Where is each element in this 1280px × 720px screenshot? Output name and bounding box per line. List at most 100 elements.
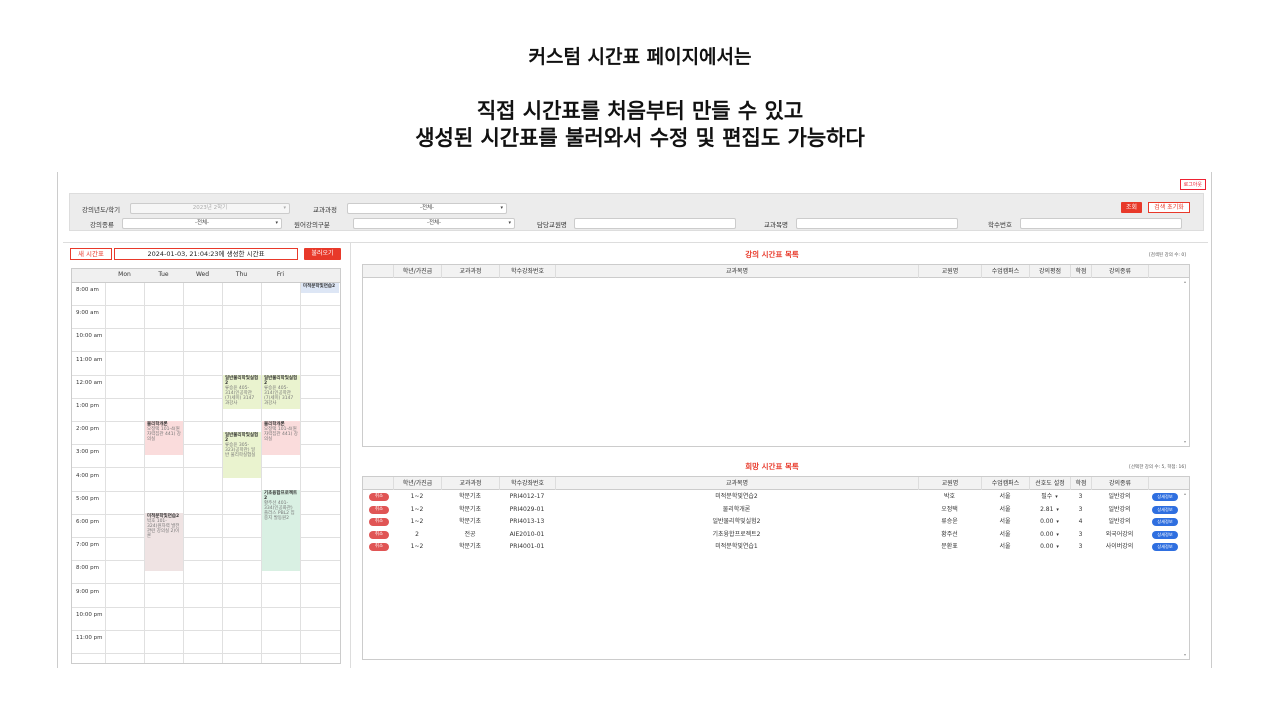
cell-type: 외국어강의 — [1105, 530, 1134, 538]
course-block-title: 일반물리학및실험2 — [264, 376, 298, 386]
grid-column-line — [105, 283, 106, 663]
cell-pref[interactable]: 0.00 ▾ — [1029, 529, 1070, 542]
course-block[interactable]: 기초융합프로젝트2 황주선 401-334(인공화관) 플러스 PBL2 집중지 … — [262, 490, 300, 571]
course-block-detail: 류승윤 305-323(공학관) 일반 물리학실험실 — [225, 443, 256, 458]
type-select[interactable]: -전체- ▾ — [122, 218, 282, 229]
day-header-tue: Tue — [158, 271, 169, 278]
time-label: 10:00 pm — [76, 611, 103, 618]
prof-label: 담당교원명 — [537, 221, 567, 229]
cell-credit: 3 — [1078, 493, 1083, 500]
column-header: 강의종류 — [1091, 265, 1148, 278]
prof-input[interactable] — [574, 218, 736, 229]
cell-credit: 4 — [1078, 518, 1083, 526]
table-header: 학년/가진급 교과과정 학수강좌번호 교과목명 교원명 수업캠퍼스 강의평점 학점 강의종류 — [363, 265, 1189, 278]
course-detail-button[interactable]: 상세정보 — [1152, 518, 1178, 527]
day-header-mon: Mon — [118, 271, 131, 278]
course-detail-button[interactable]: 상세정보 — [1152, 505, 1178, 514]
chevron-down-icon: ▾ — [1055, 494, 1058, 500]
load-button[interactable]: 불러오기 — [304, 248, 341, 260]
cell-grade: 1~2 — [410, 493, 424, 500]
cell-prof: 박호 — [943, 493, 956, 500]
column-header: 수업캠퍼스 — [981, 477, 1029, 490]
wish-list-count: [선택한 강의 수: 5, 학점: 16] — [1129, 465, 1186, 470]
cell-name: 물리학개론 — [722, 505, 751, 513]
remove-course-button[interactable]: 취소 — [369, 493, 389, 501]
course-block-detail: 류승윤 405-314(인공학관 (7)세미) 3147 과강사 — [225, 386, 255, 406]
time-label: 2:00 pm — [76, 426, 99, 433]
code-input[interactable] — [1020, 218, 1182, 229]
cell-pref[interactable]: 0.00 ▾ — [1029, 541, 1070, 554]
year-select[interactable]: 2023년 2학기 ▾ — [130, 203, 290, 214]
course-block[interactable]: 물리학개론 오정택 101-4(원자력집관 441) 강의실 — [145, 421, 183, 455]
course-block[interactable]: 미적분학및연습2 박호 101-324(원자력 발전 관련 강의실 2)이론 — [145, 513, 183, 571]
cell-pref[interactable]: 2.81 ▾ — [1029, 504, 1070, 517]
cell-pref[interactable]: 필수 ▾ — [1029, 491, 1070, 504]
column-header: 학수강좌번호 — [499, 477, 555, 490]
grid-header: Mon Tue Wed Thu Fri — [72, 269, 340, 283]
remove-course-button[interactable]: 취소 — [369, 518, 389, 527]
time-label: 8:00 am — [76, 287, 99, 293]
column-header: 교과목명 — [555, 265, 918, 278]
table-row: 취소 1~2 학문기초 PRI4012-17 미적분학및연습2 박호 서울 필수 ▾ 3 일반강의 상… — [363, 491, 1189, 504]
course-detail-button[interactable]: 상세정보 — [1152, 543, 1178, 552]
course-detail-button[interactable]: 상세정보 — [1152, 530, 1178, 539]
cell-campus: 서울 — [999, 518, 1011, 526]
curriculum-select[interactable]: -전체- ▾ — [347, 203, 507, 214]
grid-column-line — [144, 283, 145, 663]
cell-credit: 3 — [1078, 530, 1083, 538]
course-block[interactable]: 미적분학및연습2 — [301, 283, 339, 293]
divider — [350, 242, 351, 668]
course-block-detail: 오정택 101-4(원자력집관 441) 강의실 — [264, 427, 298, 442]
table-row: 취소 1~2 학문기초 PRI4029-01 물리학개론 오정택 서울 2.81 ▾ 3 일반강의 상… — [363, 504, 1189, 517]
course-block[interactable]: 일반물리학및실험2 류승윤 405-314(인공학관 (7)세미) 3147 과강… — [262, 375, 300, 409]
time-label: 4:00 pm — [76, 472, 99, 479]
caption-line-3: 생성된 시간표를 불러와서 수정 및 편집도 가능하다 — [415, 126, 865, 150]
cell-code: PRI4013-13 — [509, 518, 545, 526]
cell-pref[interactable]: 0.00 ▾ — [1029, 516, 1070, 529]
course-block-detail: 오정택 101-4(원자력집관 441) 강의실 — [147, 427, 181, 442]
column-header: 선호도 설정 — [1029, 477, 1070, 490]
caption-block: 직접 시간표를 처음부터 만들 수 있고 생성된 시간표를 불러와서 수정 및 … — [0, 98, 1280, 152]
logout-button[interactable]: 로그아웃 — [1179, 179, 1206, 190]
cell-type: 일반강의 — [1108, 493, 1131, 500]
column-header: 학년/가진급 — [393, 265, 441, 278]
timetable-grid: Mon Tue Wed Thu Fri 8:00 am 9:00 am 10:00 am 11… — [71, 268, 341, 664]
course-block[interactable]: 일반물리학및실험2 류승윤 405-314(인공학관 (7)세미) 3147 과강… — [223, 375, 261, 409]
year-label: 강의년도/학기 — [82, 206, 121, 214]
scrollbar[interactable]: ▴ — [1184, 279, 1188, 284]
cell-grade: 1~2 — [410, 518, 424, 526]
reset-button[interactable]: 검색 초기화 — [1148, 202, 1190, 213]
scrollbar[interactable]: ▴ — [1184, 491, 1188, 496]
cell-type: 사이버강의 — [1105, 543, 1134, 551]
time-label: 3:00 pm — [76, 449, 99, 456]
timetable-title-field[interactable]: 2024-01-03, 21:04:23에 생성한 시간표 — [114, 248, 298, 260]
course-block-title: 일반물리학및실험2 — [225, 376, 259, 386]
remove-course-button[interactable]: 취소 — [369, 530, 389, 539]
course-block-detail: 류승윤 405-314(인공학관 (7)세미) 3147 과강사 — [264, 386, 294, 406]
time-label: 8:00 pm — [76, 565, 99, 572]
chevron-down-icon: ▾ — [500, 205, 503, 211]
time-label: 9:00 pm — [76, 588, 99, 595]
divider — [63, 242, 1208, 243]
column-header: 수업캠퍼스 — [981, 265, 1029, 278]
time-label: 1:00 pm — [76, 403, 99, 409]
grid-column-line — [261, 283, 262, 663]
scrollbar[interactable]: ▾ — [1184, 652, 1188, 657]
lang-select[interactable]: -전체- ▾ — [353, 218, 515, 229]
column-header: 교원명 — [918, 477, 981, 490]
course-block[interactable]: 일반물리학및실험2 류승윤 305-323(공학관) 일반 물리학실험실 — [223, 432, 261, 478]
course-block[interactable]: 물리학개론 오정택 101-4(원자력집관 441) 강의실 — [262, 421, 300, 455]
cell-prof: 문환표 — [941, 543, 958, 551]
chevron-down-icon: ▾ — [283, 205, 286, 211]
cell-type: 일반강의 — [1108, 505, 1131, 513]
scrollbar[interactable]: ▾ — [1184, 439, 1188, 444]
chevron-down-icon: ▾ — [1056, 519, 1059, 526]
subject-input[interactable] — [796, 218, 958, 229]
search-button[interactable]: 조회 — [1121, 202, 1142, 213]
caption-line-1: 커스텀 시간표 페이지에서는 — [528, 46, 752, 68]
remove-course-button[interactable]: 취소 — [369, 505, 389, 514]
course-detail-button[interactable]: 상세정보 — [1152, 493, 1178, 501]
chevron-down-icon: ▾ — [508, 220, 511, 226]
course-list-count: [검색된 강의 수: 0] — [1148, 253, 1186, 258]
remove-course-button[interactable]: 취소 — [369, 543, 389, 552]
